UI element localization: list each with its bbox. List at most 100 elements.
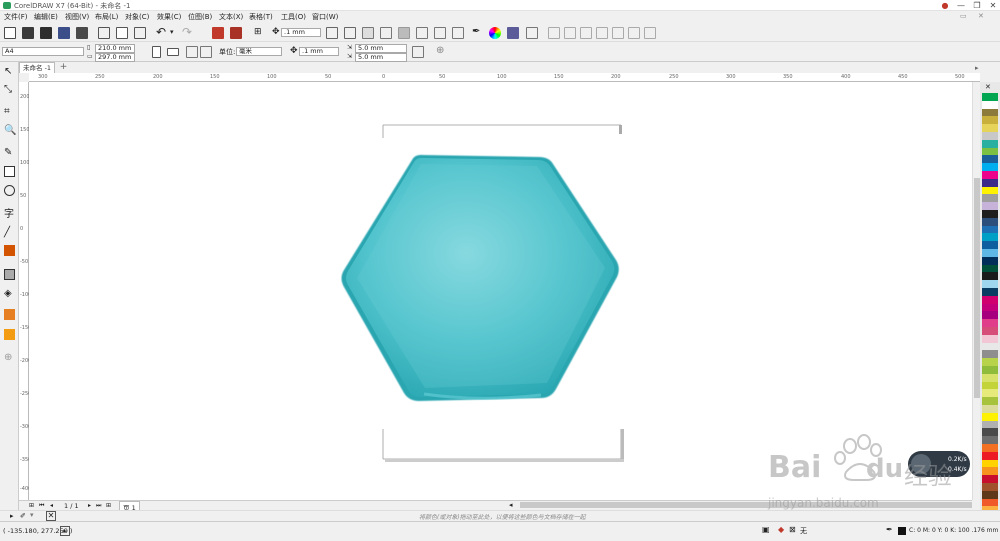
- color-swatch[interactable]: [982, 100, 998, 109]
- landscape-icon[interactable]: [167, 48, 179, 56]
- last-page-icon[interactable]: ⏭: [96, 502, 101, 510]
- nudge-field[interactable]: .1 mm: [281, 28, 321, 37]
- print-icon[interactable]: [76, 27, 88, 39]
- save-as-icon[interactable]: [58, 27, 70, 39]
- transparency-tool-icon[interactable]: ◈: [4, 288, 15, 299]
- color-swatch[interactable]: [982, 139, 998, 148]
- scroll-left-icon[interactable]: ◂: [509, 501, 513, 509]
- outline-pen-icon[interactable]: ✒: [886, 525, 893, 534]
- text-tool-icon[interactable]: 字: [4, 205, 15, 220]
- palette-eyedropper-icon[interactable]: ✐: [20, 512, 26, 520]
- rectangle-tool-icon[interactable]: [4, 166, 15, 177]
- color-swatch[interactable]: [982, 217, 998, 226]
- launcher-icon[interactable]: [526, 27, 538, 39]
- palette-expand-icon[interactable]: ▸: [10, 512, 14, 520]
- menu-table[interactable]: 表格(T): [249, 12, 273, 22]
- fill-indicator-icon[interactable]: ▣: [762, 525, 770, 534]
- ungroup-icon[interactable]: [416, 27, 428, 39]
- first-page-icon[interactable]: ⊞: [29, 502, 34, 509]
- color-swatch[interactable]: [982, 327, 998, 335]
- color-swatch[interactable]: [982, 436, 998, 445]
- pick-tool-icon[interactable]: ↖: [4, 66, 15, 77]
- color-swatch[interactable]: [982, 467, 998, 476]
- paste-icon[interactable]: [134, 27, 146, 39]
- menu-text[interactable]: 文本(X): [219, 12, 243, 22]
- color-swatch[interactable]: [982, 233, 998, 242]
- undo-icon[interactable]: ↶: [156, 25, 166, 39]
- color-swatch[interactable]: [982, 288, 998, 296]
- color-swatch[interactable]: [982, 475, 998, 484]
- color-swatch[interactable]: [982, 280, 998, 289]
- menu-tools[interactable]: 工具(O): [281, 12, 306, 22]
- color-swatch[interactable]: [982, 186, 998, 195]
- color-swatch[interactable]: [982, 108, 998, 117]
- color-swatch[interactable]: [982, 342, 998, 351]
- color-swatch[interactable]: [982, 256, 998, 265]
- freehand-tool-icon[interactable]: ✎: [4, 147, 15, 158]
- color-wheel-icon[interactable]: [489, 27, 501, 39]
- connector-tool-icon[interactable]: ╱: [4, 227, 15, 238]
- page-height-field[interactable]: 297.0 mm: [95, 53, 135, 62]
- next-page-icon[interactable]: ▸: [88, 502, 91, 509]
- color-swatch[interactable]: [982, 93, 998, 101]
- interactive-tool-icon[interactable]: [4, 245, 15, 256]
- color-swatch[interactable]: [982, 459, 998, 468]
- crop-tool-icon[interactable]: ⌗: [4, 106, 15, 117]
- menu-close-icon[interactable]: ✕: [978, 12, 984, 20]
- color-swatch[interactable]: [982, 178, 998, 187]
- menu-window[interactable]: 窗口(W): [312, 12, 338, 22]
- color-swatch[interactable]: [982, 483, 998, 491]
- color-swatch[interactable]: [982, 132, 998, 140]
- color-swatch[interactable]: [982, 295, 998, 304]
- fill-bucket-icon[interactable]: ◆: [778, 525, 784, 534]
- no-color-swatch-icon[interactable]: ✕: [985, 83, 991, 91]
- menu-object[interactable]: 对象(C): [125, 12, 149, 22]
- color-swatch[interactable]: [982, 451, 998, 460]
- back-minus-front-icon[interactable]: [628, 27, 640, 39]
- portrait-icon[interactable]: [152, 46, 161, 58]
- palette-dropdown-icon[interactable]: ▾: [30, 511, 34, 519]
- color-swatch[interactable]: [982, 405, 998, 413]
- combine-icon[interactable]: [434, 27, 446, 39]
- color-swatch[interactable]: [982, 241, 998, 250]
- all-pages-icon[interactable]: [186, 46, 198, 58]
- color-swatch[interactable]: [982, 490, 998, 499]
- menu-file[interactable]: 文件(F): [4, 12, 28, 22]
- prev-page-start-icon[interactable]: ⏮: [39, 502, 44, 510]
- color-swatch[interactable]: [982, 319, 998, 328]
- intersect-icon[interactable]: [580, 27, 592, 39]
- color-swatch[interactable]: [982, 381, 998, 390]
- hexagon-cushion-image[interactable]: [341, 154, 619, 401]
- cut-icon[interactable]: [98, 27, 110, 39]
- import-icon[interactable]: [212, 27, 224, 39]
- drawing-scale-icon[interactable]: [412, 46, 424, 58]
- color-swatch[interactable]: [982, 420, 998, 429]
- menu-effects[interactable]: 效果(C): [157, 12, 181, 22]
- color-swatch[interactable]: [982, 444, 998, 452]
- eyedropper-tool-icon[interactable]: [4, 309, 15, 320]
- boundary-icon[interactable]: [644, 27, 656, 39]
- undo-dropdown-icon[interactable]: ▾: [170, 28, 174, 36]
- tab-document[interactable]: 未命名 -1: [19, 62, 55, 73]
- duplicate-distance-y-field[interactable]: 5.0 mm: [355, 53, 407, 62]
- menu-layout[interactable]: 布局(L): [95, 12, 118, 22]
- color-swatch[interactable]: [982, 116, 998, 125]
- color-swatch[interactable]: [982, 210, 998, 218]
- add-page-icon[interactable]: ⊞: [106, 502, 111, 509]
- color-swatch[interactable]: [982, 373, 998, 382]
- clone-icon[interactable]: [344, 27, 356, 39]
- color-swatch[interactable]: [982, 171, 998, 179]
- copy-icon[interactable]: [116, 27, 128, 39]
- status-expand-icon[interactable]: ▸: [60, 526, 70, 536]
- color-swatch[interactable]: [982, 249, 998, 257]
- fill-tool-icon[interactable]: [4, 329, 15, 340]
- vertical-ruler[interactable]: 200 150 100 50 0 -50 -100 -150 -200 -250…: [19, 82, 31, 500]
- ellipse-tool-icon[interactable]: [4, 185, 15, 196]
- color-swatch[interactable]: [982, 498, 998, 507]
- add-tab-button[interactable]: +: [58, 62, 69, 73]
- color-swatch[interactable]: [982, 412, 998, 421]
- units-select[interactable]: 毫米: [236, 47, 282, 56]
- menu-view[interactable]: 视图(V): [65, 12, 89, 22]
- color-swatch[interactable]: [982, 202, 998, 211]
- duplicate-distance-x-field[interactable]: 5.0 mm: [355, 44, 407, 53]
